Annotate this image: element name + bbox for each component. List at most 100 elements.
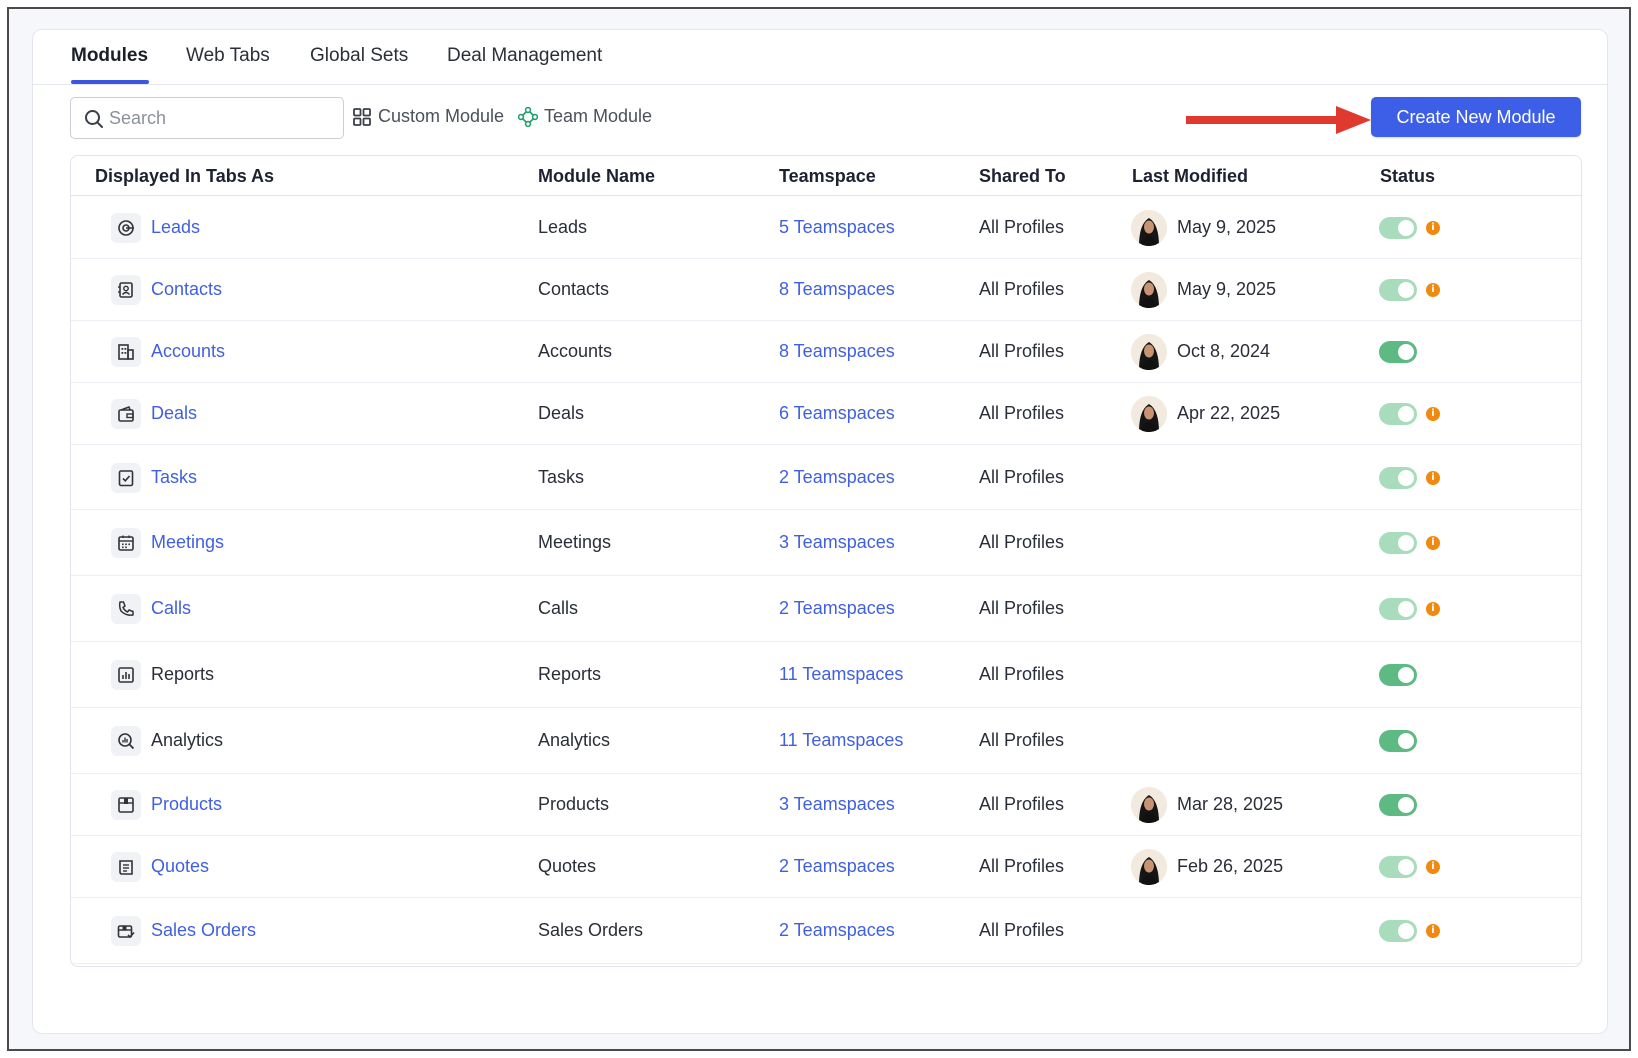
teamspace-link[interactable]: 3 Teamspaces (779, 532, 895, 553)
tab-label-link[interactable]: Contacts (151, 279, 222, 300)
products-icon (111, 790, 141, 820)
leads-icon (111, 213, 141, 243)
search-icon (85, 110, 103, 128)
tab-deal-management[interactable]: Deal Management (447, 45, 602, 67)
status-toggle[interactable] (1379, 730, 1417, 752)
teamspace-link[interactable]: 8 Teamspaces (779, 279, 895, 300)
table-row: Calls Calls 2 Teamspaces All Profiles i (71, 576, 1581, 642)
teamspace-link[interactable]: 6 Teamspaces (779, 403, 895, 424)
tab-label-link[interactable]: Accounts (151, 341, 225, 362)
table-row: Analytics Analytics 11 Teamspaces All Profi… (71, 708, 1581, 774)
tab-label-link[interactable]: Sales Orders (151, 920, 256, 941)
module-name: Contacts (538, 279, 610, 299)
info-warning-icon[interactable]: i (1426, 221, 1440, 235)
teamspace-link[interactable]: 2 Teamspaces (779, 598, 895, 619)
info-warning-icon[interactable]: i (1426, 283, 1440, 297)
status-toggle[interactable] (1379, 856, 1417, 878)
tab-label-link[interactable]: Quotes (151, 856, 209, 877)
status-toggle[interactable] (1379, 466, 1417, 489)
tab-label-link: Analytics (151, 730, 224, 750)
status-toggle[interactable] (1379, 598, 1417, 620)
shared-to: All Profiles (979, 794, 1065, 814)
search-input[interactable] (109, 104, 337, 132)
info-warning-icon[interactable]: i (1426, 470, 1440, 485)
toggle-knob (1398, 220, 1414, 236)
meetings-icon (111, 528, 141, 558)
contacts-icon (111, 275, 141, 305)
team-module-label: Team Module (544, 106, 653, 126)
module-name: Sales Orders (538, 920, 644, 940)
status-toggle[interactable] (1379, 920, 1417, 942)
toggle-knob (1398, 797, 1414, 813)
module-name: Analytics (538, 730, 611, 750)
tab-label-link[interactable]: Tasks (151, 467, 197, 488)
teamspace-link[interactable]: 5 Teamspaces (779, 217, 895, 238)
last-modified-date: Oct 8, 2024 (1177, 341, 1271, 361)
teamspace-link[interactable]: 2 Teamspaces (779, 856, 895, 877)
tab-label-link[interactable]: Deals (151, 403, 197, 424)
toggle-knob (1398, 469, 1414, 486)
create-new-module-button[interactable]: Create New Module (1371, 97, 1581, 137)
last-modified-date: May 9, 2025 (1177, 279, 1277, 299)
info-warning-icon[interactable]: i (1426, 407, 1440, 421)
modules-table: Displayed In Tabs As Module Name Teamspa… (70, 155, 1582, 967)
shared-to: All Profiles (979, 598, 1065, 618)
last-modified-date: Mar 28, 2025 (1177, 794, 1284, 814)
module-name: Calls (538, 598, 579, 618)
table-row: Meetings Meetings 3 Teamspaces All Profiles… (71, 510, 1581, 576)
tab-label-link[interactable]: Calls (151, 598, 191, 619)
status-toggle[interactable] (1379, 794, 1417, 816)
status-toggle[interactable] (1379, 217, 1417, 239)
tab-label-link: Reports (151, 664, 215, 684)
teamspace-link[interactable]: 3 Teamspaces (779, 794, 895, 815)
info-warning-icon[interactable]: i (1426, 924, 1440, 938)
team-module-link[interactable]: Team Module (518, 106, 652, 127)
tab-label-link[interactable]: Products (151, 794, 222, 815)
status-toggle[interactable] (1379, 279, 1417, 301)
shared-to: All Profiles (979, 664, 1065, 684)
toggle-knob (1398, 667, 1414, 683)
teamspace-link[interactable]: 8 Teamspaces (779, 341, 895, 362)
info-warning-icon[interactable]: i (1426, 860, 1440, 874)
shared-to: All Profiles (979, 730, 1065, 750)
team-module-icon (518, 106, 538, 127)
shared-to: All Profiles (979, 532, 1065, 552)
avatar (1131, 334, 1167, 370)
teamspace-link[interactable]: 11 Teamspaces (779, 664, 903, 685)
toggle-knob (1398, 733, 1414, 749)
status-toggle[interactable] (1379, 532, 1417, 554)
toggle-knob (1398, 601, 1414, 617)
toggle-knob (1398, 535, 1414, 551)
info-warning-icon[interactable]: i (1426, 602, 1440, 616)
toggle-knob (1398, 344, 1414, 360)
sales-orders-icon (111, 916, 141, 946)
red-arrow-annotation (1186, 106, 1371, 134)
header-teamspace: Teamspace (779, 166, 876, 186)
shared-to: All Profiles (979, 403, 1065, 423)
status-toggle[interactable] (1379, 664, 1417, 686)
last-modified-date: Feb 26, 2025 (1177, 856, 1284, 876)
status-toggle[interactable] (1379, 341, 1417, 363)
tab-label-link[interactable]: Leads (151, 217, 200, 238)
shared-to: All Profiles (979, 279, 1065, 299)
teamspace-link[interactable]: 11 Teamspaces (779, 730, 903, 751)
teamspace-link[interactable]: 2 Teamspaces (779, 467, 895, 488)
shared-to: All Profiles (979, 217, 1065, 237)
tab-global-sets[interactable]: Global Sets (310, 45, 408, 67)
search-box[interactable] (70, 97, 344, 139)
status-toggle[interactable] (1379, 403, 1417, 425)
info-warning-icon[interactable]: i (1426, 536, 1440, 550)
custom-module-link[interactable]: Custom Module (352, 106, 504, 127)
tasks-icon (111, 462, 141, 493)
table-row: Leads Leads 5 Teamspaces All Profiles May 9,… (71, 197, 1581, 259)
toggle-knob (1398, 859, 1414, 875)
table-row: Accounts Accounts 8 Teamspaces All Profiles… (71, 321, 1581, 383)
settings-card: Modules Web Tabs Global Sets Deal Manage… (32, 29, 1608, 1034)
tab-label-link[interactable]: Meetings (151, 532, 224, 553)
tab-modules[interactable]: Modules (71, 45, 148, 67)
tab-web-tabs[interactable]: Web Tabs (186, 45, 270, 67)
last-modified-date: Apr 22, 2025 (1177, 403, 1281, 423)
table-row: Sales Orders Sales Orders 2 Teamspaces All … (71, 898, 1581, 964)
module-name: Accounts (538, 341, 613, 361)
teamspace-link[interactable]: 2 Teamspaces (779, 920, 895, 941)
